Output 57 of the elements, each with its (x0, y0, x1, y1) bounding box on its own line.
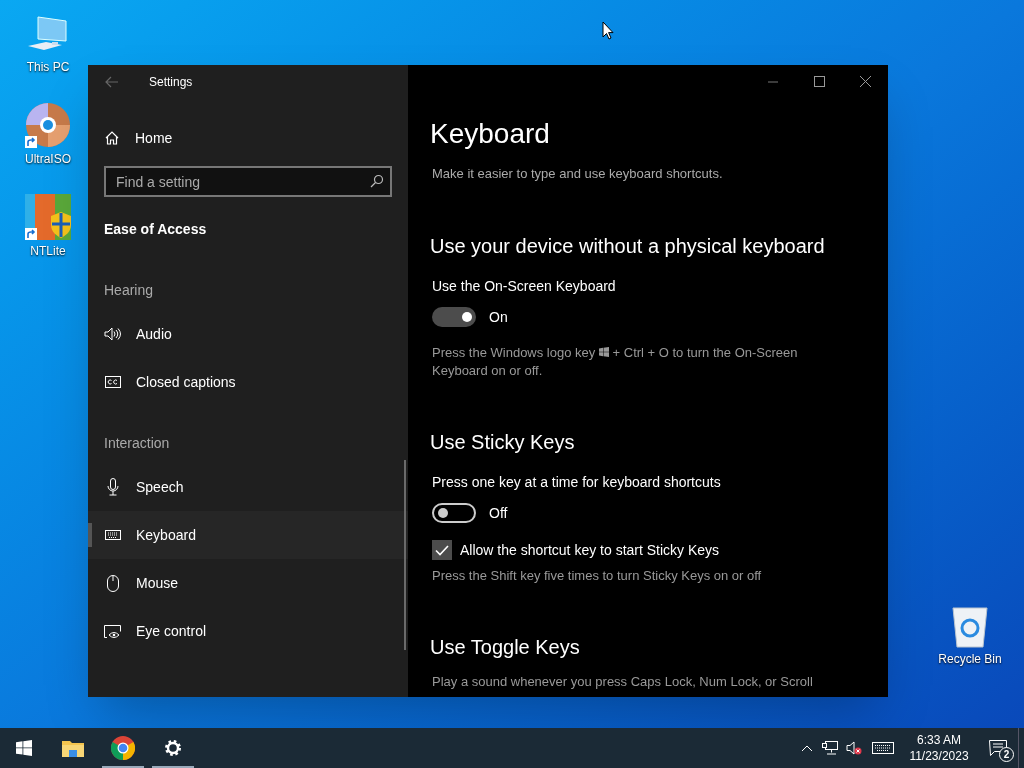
page-description: Make it easier to type and use keyboard shortcuts. (432, 165, 724, 183)
chrome-icon (111, 736, 135, 760)
sidebar-item[interactable]: Audio (88, 310, 408, 358)
cursor-icon (602, 21, 614, 40)
eye-control-icon (104, 624, 121, 638)
help-text: Press the Windows logo key + Ctrl + O to turn the On-Screen Keyboard on or off. (432, 343, 799, 380)
gear-icon (163, 738, 183, 758)
checkbox-label: Allow the shortcut key to start Sticky Keys (460, 540, 720, 560)
recycle-bin-icon (950, 604, 990, 648)
sidebar-item[interactable]: Keyboard (88, 511, 408, 559)
keyboard-icon (104, 530, 121, 540)
window-title: Settings (149, 73, 193, 91)
search-icon (370, 174, 384, 188)
notification-count: 2 (999, 747, 1014, 762)
close-icon (859, 76, 871, 87)
checkbox[interactable] (432, 540, 452, 560)
back-arrow-icon (105, 75, 119, 88)
toggle-state-label: On (489, 307, 508, 327)
home-item[interactable]: Home (88, 120, 408, 156)
speaker-icon (104, 327, 121, 341)
microphone-icon (106, 478, 119, 496)
toggle-switch[interactable] (432, 307, 476, 327)
closed-captions-icon (104, 376, 121, 388)
toggle-state-label: Off (489, 503, 508, 523)
page-title: Keyboard (430, 117, 551, 151)
toggle-switch[interactable] (432, 503, 476, 523)
help-text: Press the Shift key five times to turn Sticky Keys on or off (432, 566, 763, 585)
category-heading: Ease of Access (104, 220, 208, 239)
section-heading: Use your device without a physical keyboard (430, 233, 826, 259)
message-icon (989, 740, 1007, 756)
network-icon (822, 741, 838, 755)
windows-logo-icon (16, 740, 32, 756)
chevron-up-icon (801, 744, 813, 752)
sidebar-item[interactable]: Eye control (88, 607, 408, 655)
search-field[interactable]: Find a setting (104, 166, 392, 197)
home-icon (104, 130, 120, 146)
help-text: Play a sound whenever you press Caps Lock, Num Lock, or Scroll (432, 672, 814, 691)
sidebar-item[interactable]: Mouse (88, 559, 408, 607)
folder-icon (62, 739, 84, 757)
sidebar-item[interactable]: Closed captions (88, 358, 408, 406)
group-heading: Hearing (103, 280, 155, 300)
minimize-icon (768, 80, 778, 83)
keyboard-icon (872, 742, 894, 754)
setting-label: Use the On-Screen Keyboard (432, 276, 617, 296)
muted-speaker-icon (846, 741, 862, 755)
clock[interactable]: 6:33 AM 11/23/2023 (900, 728, 978, 768)
desktop-icon[interactable]: Recycle Bin (930, 600, 1010, 668)
mouse-icon (106, 574, 119, 592)
group-heading: Interaction (103, 433, 171, 453)
maximize-icon (813, 76, 825, 87)
section-heading: Use Sticky Keys (430, 429, 576, 455)
setting-label: Press one key at a time for keyboard shortcuts (432, 472, 722, 492)
disc-icon (25, 102, 71, 148)
ntlite-icon (25, 194, 71, 240)
section-heading: Use Toggle Keys (430, 634, 581, 660)
sidebar-item[interactable]: Speech (88, 463, 408, 511)
notifications-button[interactable]: 2 (978, 728, 1018, 768)
